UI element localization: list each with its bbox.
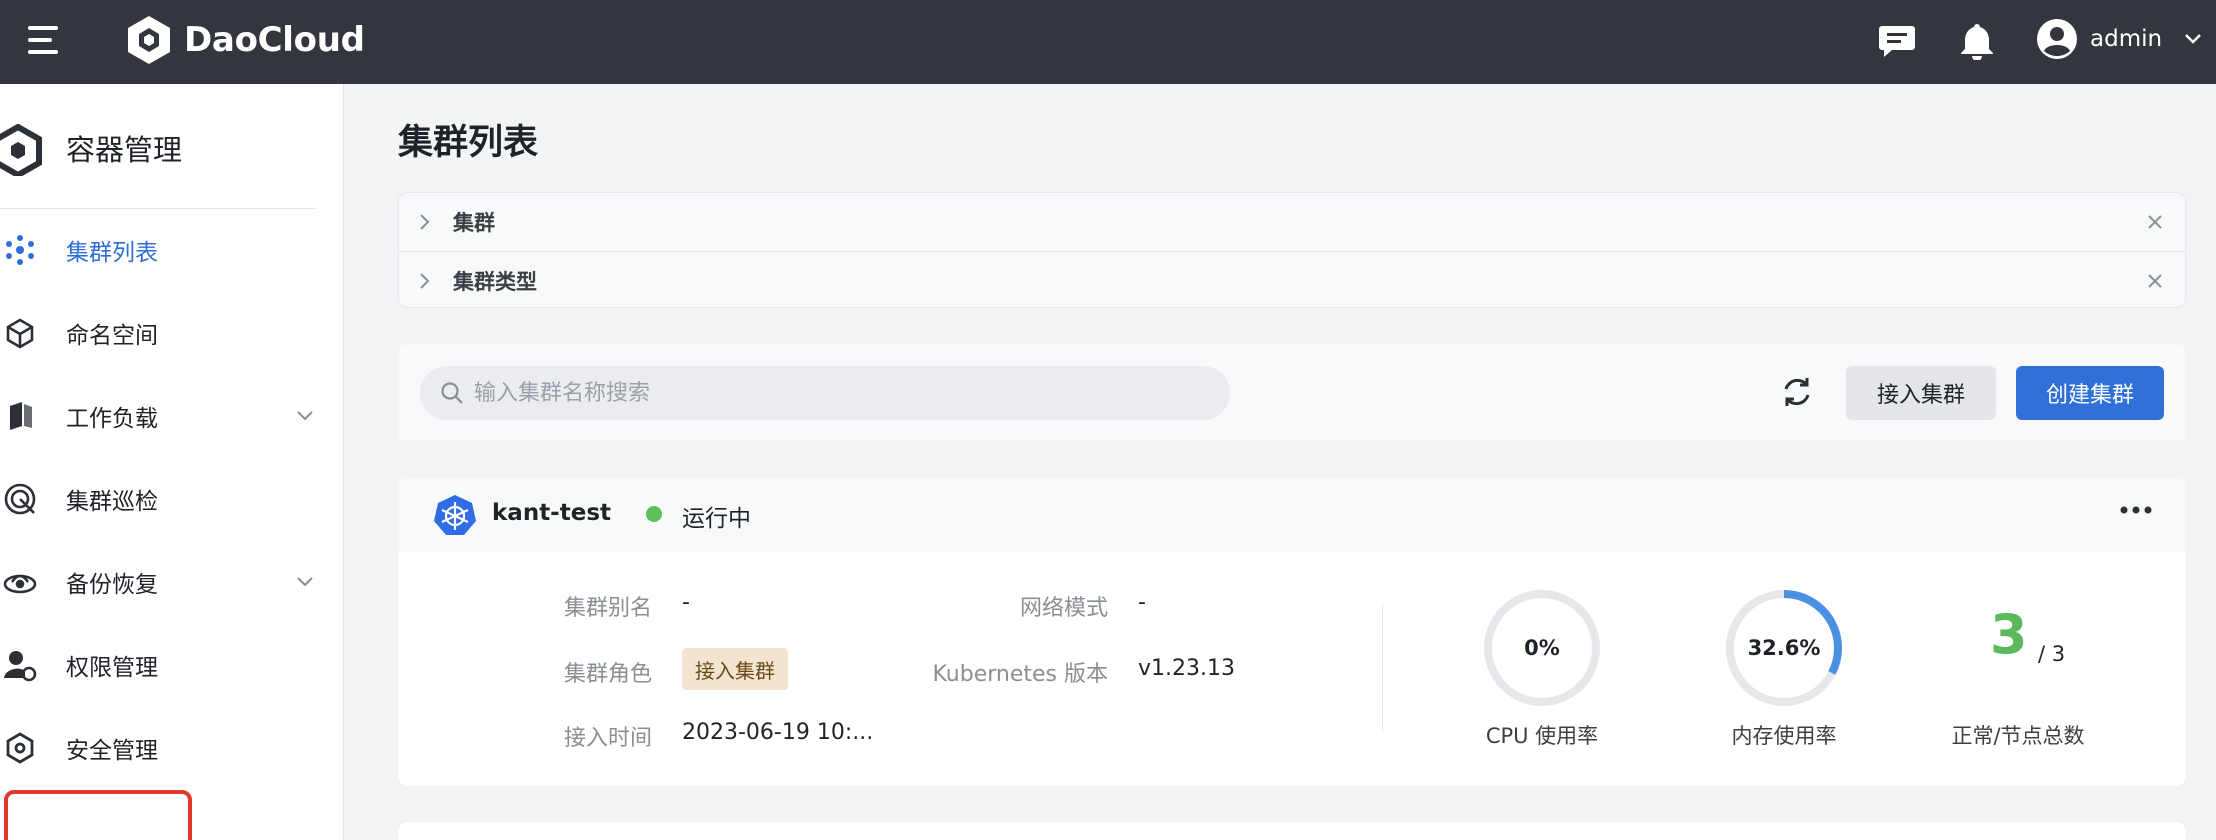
sidebar-item-backup[interactable]: 备份恢复 (0, 552, 344, 612)
nodes-label: 正常/节点总数 (1951, 724, 2085, 748)
time-value: 2023-06-19 10:... (682, 720, 874, 745)
filter-panel: 集群 集群类型 (398, 192, 2186, 308)
status-dot (646, 506, 662, 522)
sidebar-item-inspection[interactable]: 集群巡检 (0, 469, 344, 529)
filter-row-cluster[interactable]: 集群 (399, 193, 2185, 251)
sidebar-divider (0, 208, 316, 209)
filter-label: 集群 (453, 211, 495, 235)
cluster-card-header: kant-test 运行中 (398, 478, 2186, 552)
chevron-right-icon[interactable] (419, 213, 431, 231)
alias-value: - (682, 590, 690, 615)
cluster-icon (2, 232, 38, 268)
user-avatar-icon (2037, 19, 2077, 59)
page-title: 集群列表 (398, 123, 539, 163)
role-label: 集群角色 (563, 662, 652, 687)
sidebar-item-label: 命名空间 (66, 323, 158, 349)
sidebar-item-namespace[interactable]: 命名空间 (0, 303, 344, 363)
chevron-down-icon[interactable] (296, 410, 314, 422)
time-label: 接入时间 (563, 726, 652, 751)
memory-usage-label: 内存使用率 (1731, 724, 1837, 748)
chevron-right-icon[interactable] (419, 272, 431, 290)
memory-usage-value: 32.6% (1747, 636, 1821, 660)
security-icon (2, 730, 38, 766)
sidebar-item-permission[interactable]: 权限管理 (0, 635, 344, 695)
close-icon[interactable] (2147, 214, 2163, 230)
daocloud-logo-icon (128, 16, 170, 64)
memory-gauge: 32.6% (1724, 588, 1844, 708)
refresh-icon[interactable] (1776, 371, 1818, 413)
search-box[interactable] (420, 366, 1230, 420)
cluster-card[interactable]: kant-test 运行中 集群别名 - 集群角色 接入集群 接入时间 2023… (398, 478, 2186, 786)
permission-icon (2, 647, 38, 683)
kubernetes-icon (434, 495, 476, 535)
cpu-usage-label: CPU 使用率 (1485, 724, 1599, 748)
hamburger-icon[interactable] (28, 26, 62, 54)
sidebar-title: 容器管理 (66, 133, 183, 167)
workload-icon (2, 398, 38, 434)
inspection-icon (2, 481, 38, 517)
sidebar-item-label: 集群巡检 (66, 489, 158, 515)
close-icon[interactable] (2147, 273, 2163, 289)
kubernetes-version-value: v1.23.13 (1138, 656, 1235, 681)
search-input[interactable] (474, 366, 1214, 420)
sidebar: 容器管理 集群列表 命名空间 工作负载 集群巡检 备份恢复 权限管理 安全管理 (0, 84, 344, 840)
bell-icon[interactable] (1956, 20, 1998, 62)
search-icon (441, 382, 463, 404)
divider (1382, 604, 1383, 732)
cluster-name[interactable]: kant-test (492, 500, 611, 526)
nodes-total-count: / 3 (2038, 642, 2066, 666)
user-menu[interactable]: admin (2036, 18, 2202, 60)
top-bar: DaoCloud admin (0, 0, 2216, 84)
sidebar-item-label: 备份恢复 (66, 572, 158, 598)
cpu-gauge: 0% (1482, 588, 1602, 708)
sidebar-item-security[interactable]: 安全管理 (0, 718, 344, 778)
container-management-icon (0, 124, 42, 176)
nodes-healthy-count: 3 (1990, 603, 2028, 666)
sidebar-item-label: 安全管理 (66, 738, 158, 764)
username: admin (2090, 26, 2163, 52)
sidebar-item-workload[interactable]: 工作负载 (0, 386, 344, 446)
role-tag: 接入集群 (682, 648, 788, 690)
sidebar-item-cluster-list[interactable]: 集群列表 (0, 220, 344, 280)
sidebar-item-label: 工作负载 (66, 406, 158, 432)
filter-row-cluster-type[interactable]: 集群类型 (399, 251, 2185, 309)
create-cluster-button[interactable]: 创建集群 (2016, 366, 2164, 420)
namespace-icon (2, 315, 38, 351)
chevron-down-icon[interactable] (2184, 33, 2202, 45)
sidebar-item-label: 集群列表 (66, 240, 158, 266)
cluster-status: 运行中 (682, 506, 751, 532)
brand-logo[interactable]: DaoCloud (124, 14, 365, 66)
brand-name: DaoCloud (184, 20, 365, 60)
alias-label: 集群别名 (563, 596, 652, 621)
more-options-icon[interactable] (2120, 506, 2152, 514)
network-label: 网络模式 (1019, 596, 1108, 621)
message-icon[interactable] (1876, 20, 1918, 62)
backup-icon (2, 564, 38, 600)
chevron-down-icon[interactable] (296, 576, 314, 588)
kubernetes-version-label: Kubernetes 版本 (932, 662, 1108, 687)
connect-cluster-button[interactable]: 接入集群 (1846, 366, 1996, 420)
sidebar-item-label: 权限管理 (66, 655, 158, 681)
cluster-toolbar: 接入集群 创建集群 (398, 344, 2186, 440)
highlight-box (4, 790, 192, 840)
network-value: - (1138, 590, 1146, 615)
cluster-card-next (398, 822, 2186, 840)
cpu-usage-value: 0% (1524, 636, 1560, 660)
filter-label: 集群类型 (453, 269, 537, 294)
